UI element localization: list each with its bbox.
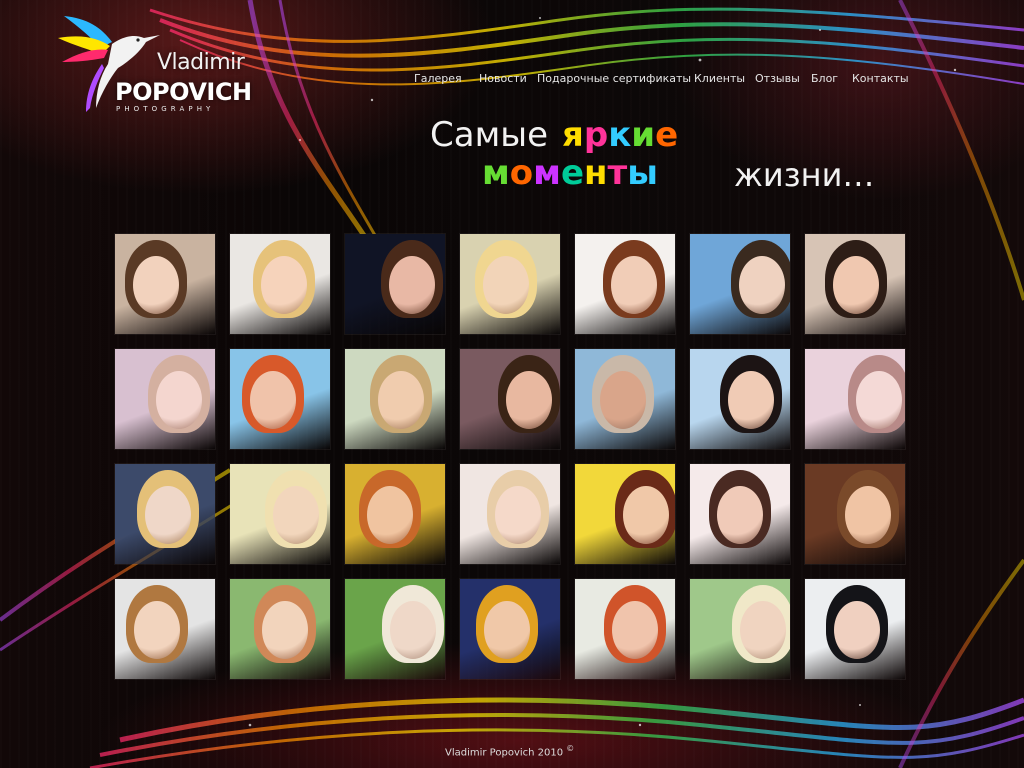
tagline-word-zhizni: жизни… (734, 156, 875, 194)
copyright-symbol: © (566, 744, 575, 753)
photo-face-shape (250, 371, 296, 429)
nav-item-clients[interactable]: Клиенты (694, 72, 745, 85)
nav-item-contacts[interactable]: Контакты (852, 72, 909, 85)
gallery-thumbnail-kissing-couple[interactable] (115, 234, 215, 334)
gallery-thumbnail-two-women[interactable] (460, 349, 560, 449)
copyright-text: Vladimir Popovich 2010 (445, 747, 564, 759)
photo-face-shape (845, 486, 891, 544)
tagline-letter: е (655, 115, 679, 155)
gallery-thumbnail-brunette-flowers[interactable] (805, 579, 905, 679)
gallery-thumbnail-blonde-bride[interactable] (230, 464, 330, 564)
gallery-thumbnail-woman-yellow-bg[interactable] (575, 464, 675, 564)
gallery-thumbnail-bride-headpiece[interactable] (575, 234, 675, 334)
nav-item-blog[interactable]: Блог (811, 72, 838, 85)
tagline-letter: к (608, 115, 632, 155)
gallery-thumbnail-redhead-outdoors[interactable] (230, 349, 330, 449)
gallery-thumbnail-wedding-couple[interactable] (115, 464, 215, 564)
photo-face-shape (834, 601, 880, 659)
photo-face-shape (133, 256, 179, 314)
gallery-thumbnail-woman-eyes-closed[interactable] (805, 349, 905, 449)
photo-gallery-grid (115, 234, 905, 679)
gallery-thumbnail-blonde-blowing-kiss[interactable] (690, 579, 790, 679)
gallery-thumbnail-little-girl[interactable] (230, 579, 330, 679)
photo-face-shape (483, 256, 529, 314)
photo-face-shape (262, 601, 308, 659)
tagline-letter: о (509, 153, 534, 193)
photo-face-shape (390, 601, 436, 659)
photo-face-shape (611, 256, 657, 314)
nav-item-news[interactable]: Новости (479, 72, 527, 85)
photo-face-shape (134, 601, 180, 659)
tagline-word-samye: Самые (430, 115, 548, 155)
photo-face-shape (623, 486, 669, 544)
gallery-thumbnail-bride-veil-sky[interactable] (690, 234, 790, 334)
photo-face-shape (156, 371, 202, 429)
tagline-letter: т (607, 153, 628, 193)
tagline-word-momenty: моменты (482, 156, 658, 190)
photo-face-shape (495, 486, 541, 544)
gallery-thumbnail-child-portrait[interactable] (460, 464, 560, 564)
tagline-letter: ы (627, 153, 658, 193)
photo-face-shape (856, 371, 902, 429)
logo-first-name: Vladimir (157, 50, 245, 75)
tagline-letter: р (583, 115, 609, 155)
logo-subtitle: PHOTOGRAPHY (116, 105, 215, 113)
gallery-thumbnail-woman-blue-top[interactable] (115, 579, 215, 679)
photo-face-shape (739, 256, 785, 314)
nav-item-gift-certificates[interactable]: Подарочные сертификаты (537, 72, 691, 85)
tagline-word-yarkie: яркие (562, 118, 678, 152)
photo-face-shape (484, 601, 530, 659)
gallery-thumbnail-woman-sunflowers[interactable] (345, 464, 445, 564)
photo-face-shape (389, 256, 435, 314)
tagline-letter: м (533, 153, 561, 193)
site-logo[interactable]: Vladimir POPOVICH PHOTOGRAPHY (52, 8, 267, 118)
photo-face-shape (145, 486, 191, 544)
photo-face-shape (367, 486, 413, 544)
logo-last-name: POPOVICH (115, 78, 252, 106)
photo-face-shape (273, 486, 319, 544)
gallery-thumbnail-woman-dark-portrait[interactable] (345, 234, 445, 334)
gallery-thumbnail-brunette-sky[interactable] (690, 349, 790, 449)
tagline-letter: м (482, 153, 510, 193)
nav-item-gallery[interactable]: Галерея (414, 72, 462, 85)
gallery-thumbnail-woman-fur-hat[interactable] (805, 464, 905, 564)
photo-face-shape (740, 601, 786, 659)
photo-face-shape (612, 601, 658, 659)
tagline-letter: я (562, 115, 584, 155)
tagline-letter: н (584, 153, 608, 193)
tagline-letter: е (560, 153, 585, 193)
gallery-thumbnail-bride-veil-closeup[interactable] (115, 349, 215, 449)
tagline-letter: и (631, 115, 656, 155)
photo-face-shape (378, 371, 424, 429)
photo-face-shape (833, 256, 879, 314)
gallery-thumbnail-woman-mimosa-wreath[interactable] (460, 579, 560, 679)
gallery-thumbnail-woman-hands-face[interactable] (690, 464, 790, 564)
gallery-thumbnail-woman-pigtails-kiss[interactable] (575, 579, 675, 679)
gallery-thumbnail-woman-flower-wreath[interactable] (345, 349, 445, 449)
photo-face-shape (728, 371, 774, 429)
photo-face-shape (506, 371, 552, 429)
photo-face-shape (600, 371, 646, 429)
gallery-thumbnail-woman-soap-bubbles[interactable] (345, 579, 445, 679)
gallery-thumbnail-woman-camera[interactable] (805, 234, 905, 334)
gallery-thumbnail-couple-seaside[interactable] (575, 349, 675, 449)
photo-face-shape (717, 486, 763, 544)
nav-item-reviews[interactable]: Отзывы (755, 72, 800, 85)
gallery-thumbnail-bride-flower-crown[interactable] (460, 234, 560, 334)
gallery-thumbnail-smiling-girl[interactable] (230, 234, 330, 334)
footer-copyright: Vladimir Popovich 2010 © (445, 744, 574, 758)
photo-face-shape (261, 256, 307, 314)
